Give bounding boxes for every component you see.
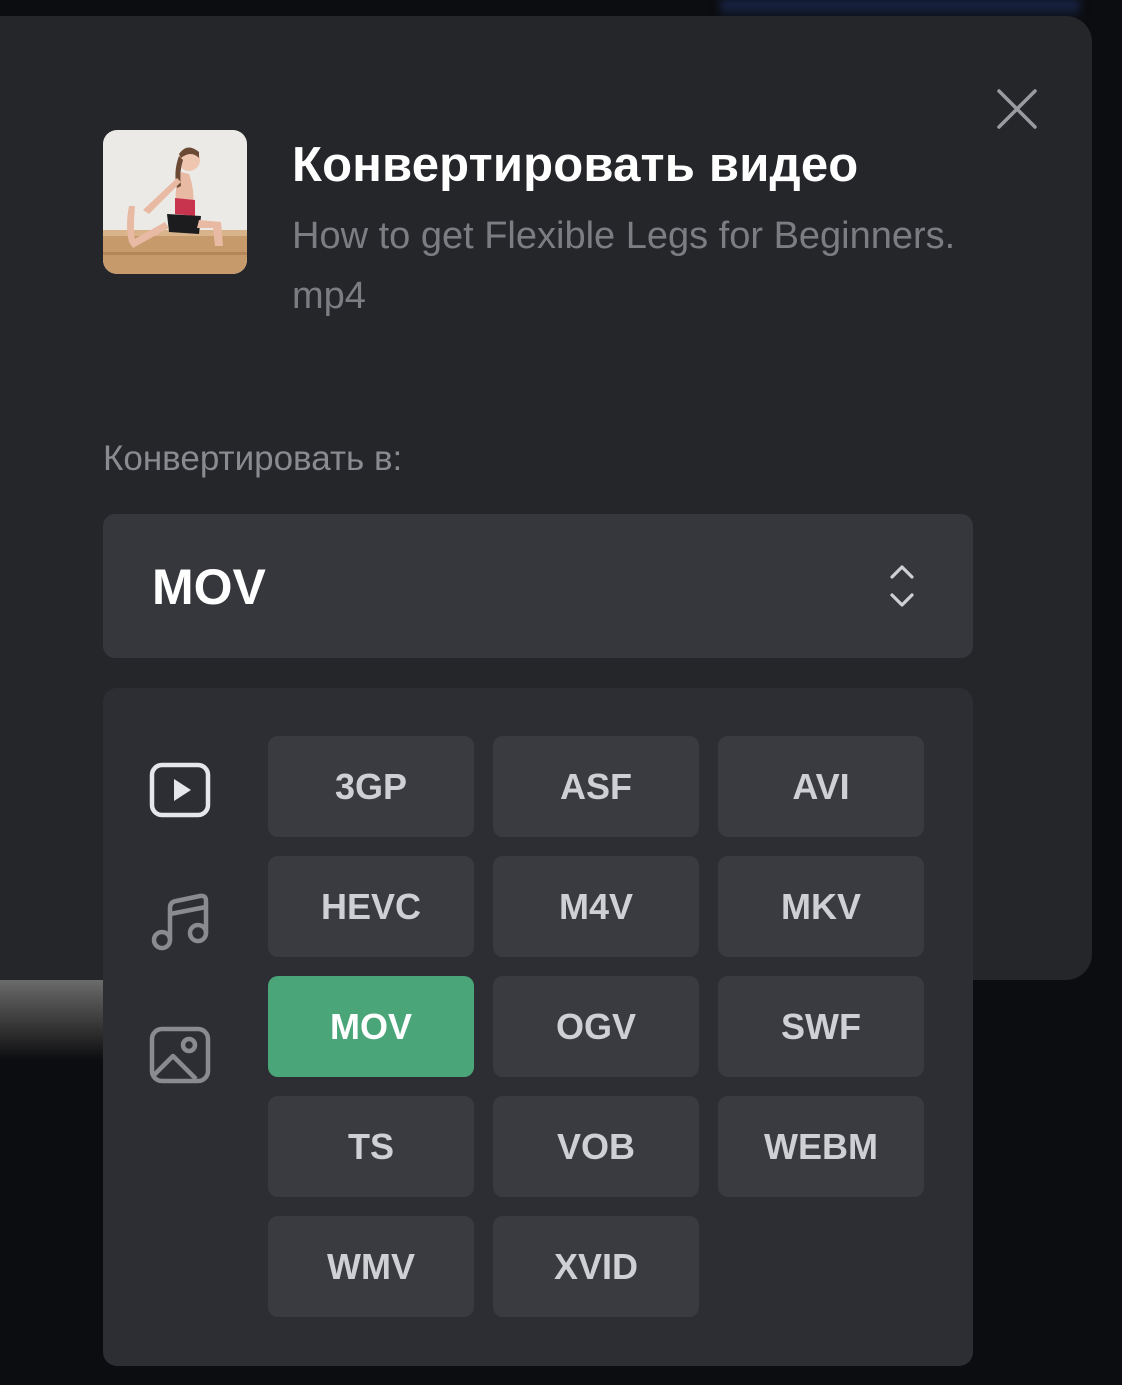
- category-image[interactable]: [149, 1024, 213, 1088]
- music-icon: [151, 893, 209, 951]
- format-button-avi[interactable]: AVI: [718, 736, 924, 837]
- format-button-vob[interactable]: VOB: [493, 1096, 699, 1197]
- format-select[interactable]: MOV: [103, 514, 973, 658]
- format-button-wmv[interactable]: WMV: [268, 1216, 474, 1317]
- format-picker: 3GP ASF AVI HEVC M4V MKV MOV OGV SWF TS …: [103, 688, 973, 1366]
- category-video[interactable]: [149, 760, 213, 824]
- video-thumbnail: [103, 130, 247, 274]
- close-icon: [997, 89, 1037, 129]
- category-audio[interactable]: [149, 892, 213, 956]
- convert-to-label: Конвертировать в:: [103, 439, 403, 478]
- format-button-m4v[interactable]: M4V: [493, 856, 699, 957]
- format-button-mov[interactable]: MOV: [268, 976, 474, 1077]
- format-button-webm[interactable]: WEBM: [718, 1096, 924, 1197]
- background-video-strip: [0, 980, 110, 1060]
- format-button-asf[interactable]: ASF: [493, 736, 699, 837]
- format-button-3gp[interactable]: 3GP: [268, 736, 474, 837]
- video-icon: [149, 762, 211, 818]
- format-button-ts[interactable]: TS: [268, 1096, 474, 1197]
- dialog-title: Конвертировать видео: [292, 138, 859, 192]
- close-button[interactable]: [994, 86, 1040, 132]
- format-button-mkv[interactable]: MKV: [718, 856, 924, 957]
- selected-format: MOV: [152, 559, 266, 615]
- file-name: How to get Flexible Legs for Beginners.m…: [292, 215, 956, 317]
- format-button-xvid[interactable]: XVID: [493, 1216, 699, 1317]
- image-icon: [149, 1026, 211, 1084]
- format-button-ogv[interactable]: OGV: [493, 976, 699, 1077]
- format-button-hevc[interactable]: HEVC: [268, 856, 474, 957]
- format-button-swf[interactable]: SWF: [718, 976, 924, 1077]
- chevron-up-down-icon: [890, 565, 914, 607]
